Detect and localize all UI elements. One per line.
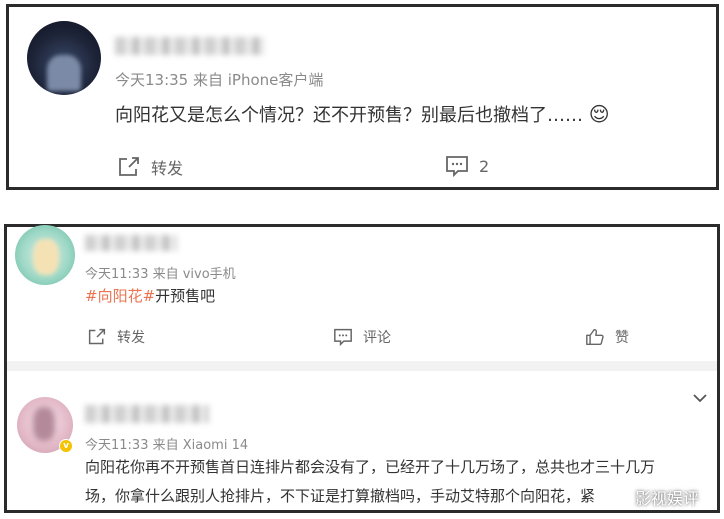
comment-icon (333, 328, 353, 346)
post-card: 今天13:35 来自 iPhone客户端 向阳花又是怎么个情况？还不开预售？别最… (6, 4, 719, 190)
comment-text-line2: 场，你拿什么跟别人抢排片，不下证是打算撤档吗，手动艾特那个向阳花，紧 (85, 487, 596, 505)
avatar[interactable] (27, 21, 101, 95)
comment-button[interactable]: 2 (445, 155, 489, 177)
username[interactable] (85, 405, 209, 423)
comment-button[interactable]: 评论 (333, 327, 391, 347)
comment-text-line1: 向阳花你再不开预售首日连排片都会没有了，已经开了十几万场了，总共也才三十几万 (85, 458, 656, 476)
comment-text: #向阳花#开预售吧 (85, 285, 215, 306)
verified-badge-icon: v (59, 439, 73, 453)
comment-meta: 今天11:33 来自 vivo手机 (85, 267, 236, 282)
like-button[interactable]: 赞 (585, 327, 629, 347)
post-meta: 今天13:35 来自 iPhone客户端 (115, 71, 324, 89)
avatar[interactable] (15, 225, 75, 285)
username[interactable] (85, 235, 177, 251)
comment-icon (445, 155, 469, 177)
thumbs-up-icon (585, 328, 605, 346)
username[interactable] (115, 37, 265, 55)
hashtag-link[interactable]: #向阳花# (85, 287, 155, 305)
post-text: 向阳花又是怎么个情况？还不开预售？别最后也撤档了…… 😌 (115, 101, 610, 127)
like-label: 赞 (615, 330, 629, 346)
post-text-content: 向阳花又是怎么个情况？还不开预售？别最后也撤档了…… (115, 105, 583, 126)
comment-label: 评论 (363, 330, 391, 346)
divider (7, 361, 717, 371)
repost-label: 转发 (151, 159, 184, 178)
comment-count: 2 (479, 156, 490, 176)
comment-text-content: 开预售吧 (155, 287, 216, 305)
repost-button[interactable]: 转发 (117, 155, 183, 179)
repost-button[interactable]: 转发 (87, 327, 145, 347)
emoji-icon: 😌 (588, 102, 610, 126)
comments-card: 今天11:33 来自 vivo手机 #向阳花#开预售吧 转发 评论 赞 v 今天… (4, 224, 720, 513)
repost-icon (87, 328, 107, 346)
watermark: 影视娱评 (635, 489, 700, 508)
comment-meta: 今天11:33 来自 Xiaomi 14 (85, 438, 249, 453)
repost-label: 转发 (117, 330, 145, 346)
repost-icon (117, 156, 141, 178)
chevron-down-icon[interactable] (693, 391, 707, 407)
